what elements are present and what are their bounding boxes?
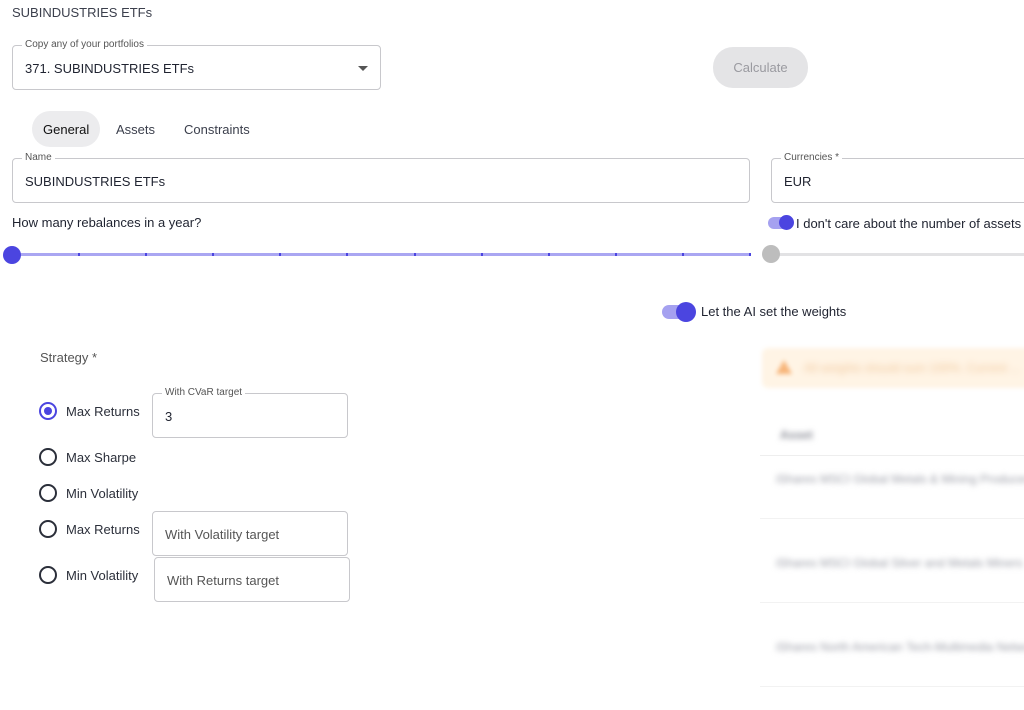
divider <box>760 602 1024 603</box>
rebalances-slider-thumb[interactable] <box>3 246 21 264</box>
returns-target-input[interactable]: With Returns target <box>154 557 350 602</box>
tab-constraints[interactable]: Constraints <box>173 111 261 147</box>
name-field-label: Name <box>22 152 55 163</box>
asset-column-header: Asset <box>780 428 813 442</box>
warning-text: All weights should sum 100%. Current ... <box>804 361 1021 375</box>
assets-toggle-label: I don't care about the number of assets <box>796 216 1022 231</box>
weights-warning-alert: All weights should sum 100%. Current ... <box>762 348 1024 388</box>
strategy-option-label: Max Returns <box>66 404 140 419</box>
assets-slider-thumb[interactable] <box>762 245 780 263</box>
strategy-radio-max-returns-cvar[interactable] <box>39 402 57 420</box>
divider <box>760 455 1024 456</box>
slider-tick-mark <box>413 253 416 256</box>
portfolio-select-value: 371. SUBINDUSTRIES ETFs <box>25 61 195 76</box>
table-row: iShares MSCI Global Metals & Mining Prod… <box>776 472 1024 486</box>
calculate-button[interactable]: Calculate <box>713 47 808 88</box>
volatility-target-placeholder: With Volatility target <box>165 527 280 542</box>
strategy-radio-min-volatility-returns[interactable] <box>39 566 57 584</box>
rebalances-slider-track[interactable] <box>12 253 751 256</box>
tab-general[interactable]: General <box>32 111 101 147</box>
currencies-field-value: EUR <box>784 174 812 189</box>
cvar-target-value: 3 <box>165 409 173 424</box>
strategy-option-label: Max Returns <box>66 522 140 537</box>
divider <box>760 686 1024 687</box>
strategy-option-label: Max Sharpe <box>66 450 137 465</box>
portfolio-select[interactable]: Copy any of your portfolios 371. SUBINDU… <box>12 39 381 90</box>
chevron-down-icon <box>358 66 368 71</box>
rebalances-label: How many rebalances in a year? <box>12 215 202 230</box>
slider-tick-mark <box>749 253 751 256</box>
tab-assets[interactable]: Assets <box>105 111 166 147</box>
name-field[interactable]: Name SUBINDUSTRIES ETFs <box>12 152 750 203</box>
slider-tick-mark <box>547 253 550 256</box>
returns-target-placeholder: With Returns target <box>167 573 279 588</box>
strategy-option-label: Min Volatility <box>66 486 139 501</box>
strategy-radio-min-volatility[interactable] <box>39 484 57 502</box>
currencies-field[interactable]: Currencies * EUR <box>771 152 1024 203</box>
slider-tick-mark <box>681 253 684 256</box>
volatility-target-input[interactable]: With Volatility target <box>152 511 348 556</box>
name-field-value: SUBINDUSTRIES ETFs <box>25 174 166 189</box>
slider-tick-mark <box>78 253 81 256</box>
cvar-target-label: With CVaR target <box>162 387 246 398</box>
slider-tick-mark <box>279 253 282 256</box>
divider <box>760 518 1024 519</box>
page-title: SUBINDUSTRIES ETFs <box>12 5 153 20</box>
ai-weights-label: Let the AI set the weights <box>701 304 847 319</box>
strategy-radio-max-sharpe[interactable] <box>39 448 57 466</box>
table-row: iShares North American Tech-Multimedia N… <box>776 640 1024 654</box>
strategy-radio-max-returns-volatility[interactable] <box>39 520 57 538</box>
slider-tick-mark <box>346 253 349 256</box>
cvar-target-input[interactable]: With CVaR target 3 <box>152 387 348 438</box>
table-row: iShares MSCI Global Silver and Metals Mi… <box>776 556 1023 570</box>
assets-slider-track[interactable] <box>771 253 1024 256</box>
warning-icon <box>776 360 792 374</box>
strategy-label: Strategy * <box>40 350 98 365</box>
strategy-option-label: Min Volatility <box>66 568 139 583</box>
slider-tick-mark <box>212 253 215 256</box>
assets-toggle[interactable] <box>768 215 794 230</box>
slider-tick-mark <box>145 253 148 256</box>
ai-weights-toggle[interactable] <box>662 302 696 322</box>
slider-tick-mark <box>614 253 617 256</box>
slider-tick-mark <box>480 253 483 256</box>
portfolio-select-label: Copy any of your portfolios <box>22 39 147 50</box>
currencies-field-label: Currencies * <box>781 152 843 163</box>
